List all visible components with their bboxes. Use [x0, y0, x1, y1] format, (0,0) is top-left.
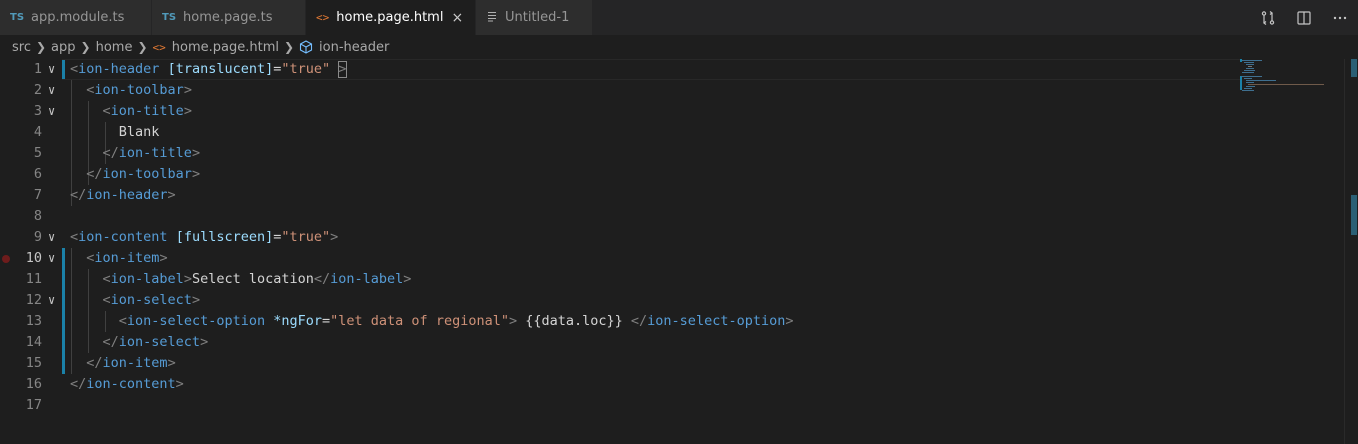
scrollbar-change-marker	[1351, 195, 1357, 235]
line-number: 15	[25, 355, 42, 371]
code-text: <ion-item>	[86, 250, 168, 266]
code-text: </ion-title>	[102, 145, 201, 161]
code-text: </ion-item>	[86, 355, 176, 371]
code-editor[interactable]: 1 ∨ <ion-header [translucent]="true" > 2…	[0, 59, 1358, 444]
code-line: 4 Blank	[0, 122, 1240, 143]
code-text: <ion-label>Select location</ion-label>	[102, 271, 412, 287]
tab-app-module-ts[interactable]: TS app.module.ts	[0, 0, 152, 35]
line-number: 11	[25, 271, 42, 287]
line-number: 7	[33, 187, 42, 203]
line-number: 1	[33, 61, 42, 77]
code-line: 15 </ion-item>	[0, 353, 1240, 374]
code-line: 17	[0, 395, 1240, 416]
tab-label: home.page.ts	[183, 10, 273, 25]
split-editor-icon[interactable]	[1286, 0, 1322, 35]
tab-home-page-ts[interactable]: TS home.page.ts	[152, 0, 306, 35]
line-number: 6	[33, 166, 42, 182]
code-text: <ion-toolbar>	[86, 82, 192, 98]
vertical-scrollbar[interactable]	[1344, 59, 1358, 444]
typescript-icon: TS	[10, 12, 25, 23]
code-line: 1 ∨ <ion-header [translucent]="true" >	[0, 59, 1240, 80]
code-line: 9 ∨ <ion-content [fullscreen]="true">	[0, 227, 1240, 248]
code-text: Blank	[118, 124, 160, 140]
symbol-element-icon	[299, 40, 313, 54]
code-line: 5 </ion-title>	[0, 143, 1240, 164]
code-line: 13 <ion-select-option *ngFor="let data o…	[0, 311, 1240, 332]
code-text: <ion-select>	[102, 292, 201, 308]
chevron-right-icon: ❯	[283, 40, 295, 54]
breadcrumb-item-app[interactable]: app	[51, 40, 75, 55]
code-text: </ion-header>	[70, 187, 176, 203]
code-line: 6 </ion-toolbar>	[0, 164, 1240, 185]
code-line: 12 ∨ <ion-select>	[0, 290, 1240, 311]
code-text: <ion-header [translucent]="true" >	[70, 60, 348, 78]
html-icon: <>	[316, 11, 330, 24]
breadcrumb: src ❯ app ❯ home ❯ <> home.page.html ❯ i…	[0, 35, 1358, 59]
fold-chevron-icon[interactable]: ∨	[48, 227, 55, 248]
code-text: </ion-content>	[70, 376, 184, 392]
code-text: <ion-select-option *ngFor="let data of r…	[118, 313, 794, 329]
tab-label: Untitled-1	[505, 10, 570, 25]
chevron-right-icon: ❯	[80, 40, 91, 54]
line-number: 14	[25, 334, 42, 350]
tab-label: home.page.html	[336, 10, 444, 25]
scrollbar-change-marker	[1351, 59, 1357, 77]
tab-home-page-html[interactable]: <> home.page.html ×	[306, 0, 476, 35]
code-line: 11 <ion-label>Select location</ion-label…	[0, 269, 1240, 290]
breadcrumb-item-file[interactable]: home.page.html	[172, 40, 279, 55]
tab-bar: TS app.module.ts TS home.page.ts <> home…	[0, 0, 1358, 35]
line-number: 9	[33, 229, 42, 245]
breadcrumb-item-symbol[interactable]: ion-header	[319, 40, 389, 55]
code-text: <ion-title>	[102, 103, 192, 119]
line-number: 3	[33, 103, 42, 119]
breadcrumb-item-src[interactable]: src	[12, 40, 31, 55]
fold-chevron-icon[interactable]: ∨	[48, 59, 55, 80]
line-number: 8	[33, 208, 42, 224]
code-line: 16 </ion-content>	[0, 374, 1240, 395]
code-line: 8	[0, 206, 1240, 227]
chevron-right-icon: ❯	[35, 40, 47, 54]
code-line: 2 ∨ <ion-toolbar>	[0, 80, 1240, 101]
file-icon	[486, 10, 498, 25]
line-number: 5	[33, 145, 42, 161]
fold-chevron-icon[interactable]: ∨	[48, 80, 55, 101]
code-text: <ion-content [fullscreen]="true">	[70, 229, 339, 245]
tab-label: app.module.ts	[31, 10, 125, 25]
minimap-preview	[1240, 59, 1324, 91]
code-line: 7 </ion-header>	[0, 185, 1240, 206]
fold-chevron-icon[interactable]: ∨	[48, 101, 55, 122]
editor-actions	[1250, 0, 1358, 35]
line-number: 13	[25, 313, 42, 329]
code-line: 10 ∨ <ion-item>	[0, 248, 1240, 269]
fold-chevron-icon[interactable]: ∨	[48, 248, 55, 269]
line-number: 10	[25, 250, 42, 266]
line-number: 4	[33, 124, 42, 140]
code-line: 3 ∨ <ion-title>	[0, 101, 1240, 122]
typescript-icon: TS	[162, 12, 177, 23]
breadcrumb-item-home[interactable]: home	[96, 40, 133, 55]
line-number: 16	[25, 376, 42, 392]
close-icon[interactable]: ×	[451, 10, 463, 26]
line-number: 17	[25, 397, 42, 413]
tab-untitled-1[interactable]: Untitled-1	[476, 0, 593, 35]
code-text: </ion-select>	[102, 334, 209, 350]
source-control-compare-icon[interactable]	[1250, 0, 1286, 35]
code-line: 14 </ion-select>	[0, 332, 1240, 353]
more-actions-icon[interactable]	[1322, 0, 1358, 35]
fold-chevron-icon[interactable]: ∨	[48, 290, 55, 311]
html-icon: <>	[152, 40, 166, 54]
line-number: 2	[33, 82, 42, 98]
minimap[interactable]	[1240, 59, 1344, 444]
chevron-right-icon: ❯	[137, 40, 148, 54]
code-text: </ion-toolbar>	[86, 166, 201, 182]
line-number: 12	[25, 292, 42, 308]
